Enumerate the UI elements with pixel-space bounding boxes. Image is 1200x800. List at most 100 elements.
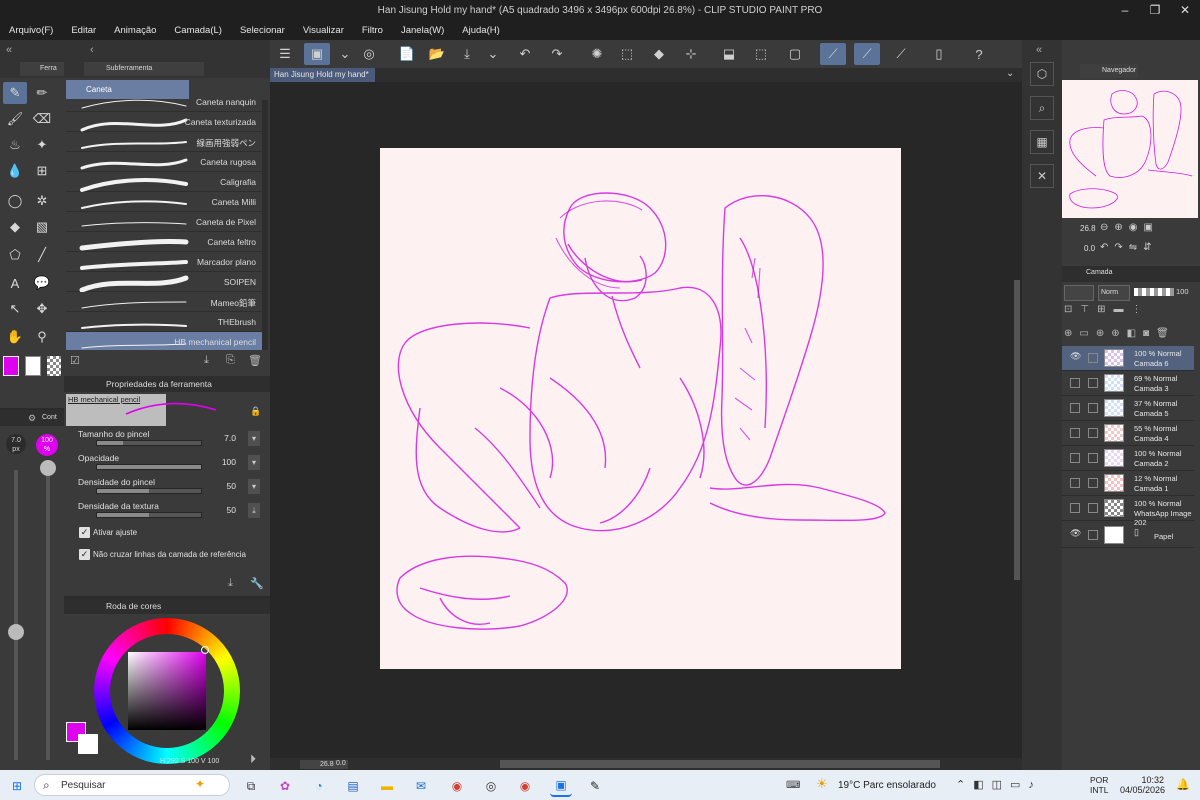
lasso-tool-icon[interactable]: ◯ [3, 190, 27, 212]
navigator-preview[interactable] [1062, 80, 1198, 218]
control-tab[interactable]: Cont [42, 414, 57, 421]
windows-start-icon[interactable]: ⊞ [6, 775, 28, 797]
layer-row[interactable]: 100 % Normal Camada 2 [1062, 446, 1194, 471]
eyedropper-icon[interactable]: ⚲ [30, 326, 54, 348]
angle-readout[interactable]: 0.0 [336, 760, 346, 767]
brush-size-slider[interactable] [96, 440, 202, 446]
brush-item[interactable]: SOIPEN [66, 272, 264, 292]
move-layer-icon[interactable]: ✥ [30, 298, 54, 320]
prop-opacity[interactable]: Opacidade 100 ▾ [70, 452, 266, 474]
menu-editar[interactable]: Editar [62, 22, 105, 40]
opacity-slider-track[interactable] [46, 468, 50, 760]
eraser-tool-icon[interactable]: ⌫ [30, 108, 54, 130]
checkbox-ativar-ajuste[interactable]: ✓ [79, 527, 90, 538]
layer-edit-checkbox[interactable] [1088, 378, 1098, 388]
brush-size-slider-thumb[interactable] [8, 624, 24, 640]
weather-icon[interactable]: ☀ [816, 776, 828, 792]
visibility-checkbox[interactable] [1070, 428, 1080, 438]
chevron-down-icon[interactable]: ⌄ [480, 43, 506, 65]
color-wheel-tab[interactable]: Roda de cores [64, 598, 270, 614]
brush-item[interactable]: Caneta de Pixel [66, 212, 264, 232]
canvas-icon[interactable]: ▣ [304, 43, 330, 65]
layer-edit-checkbox[interactable] [1088, 530, 1098, 540]
airbrush-tool-icon[interactable]: ♨ [3, 134, 27, 156]
brush-list-scrollbar[interactable] [262, 100, 268, 350]
layer-row[interactable]: 100 % Normal WhatsApp Image 202 [1062, 496, 1194, 527]
layer-opacity-slider[interactable] [1134, 288, 1174, 296]
snap-special-ruler-icon[interactable]: ⟋ [854, 43, 880, 65]
copilot-icon[interactable]: ✿ [274, 775, 296, 797]
decoration-tool-icon[interactable]: ✦ [30, 134, 54, 156]
properties-tab[interactable]: Propriedades da ferramenta [64, 376, 270, 392]
clock[interactable]: 10:32 04/05/2026 [1120, 775, 1165, 795]
keyboard-icon[interactable]: ⌨ [786, 780, 800, 791]
prop-brush-density[interactable]: Densidade do pincel 50 ▾ [70, 476, 266, 498]
visibility-checkbox[interactable] [1070, 478, 1080, 488]
copy-subtool-icon[interactable]: ⎘ [226, 354, 235, 367]
checkbox-nao-cruzar[interactable]: ✓ [79, 549, 90, 560]
layer-edit-checkbox[interactable] [1088, 453, 1098, 463]
help-icon[interactable]: ? [966, 43, 992, 65]
line-tool-icon[interactable]: ╱ [30, 244, 54, 266]
layer-edit-checkbox[interactable] [1088, 478, 1098, 488]
collapse-icon[interactable]: « [1036, 44, 1042, 56]
brush-item[interactable]: Caneta feltro [66, 232, 264, 252]
close-button[interactable]: ✕ [1170, 3, 1200, 19]
eye-icon[interactable]: 👁 [1070, 528, 1081, 538]
search-box[interactable]: ⌕ Pesquisar ✦ [34, 774, 230, 796]
save-icon[interactable]: ⤓ [454, 43, 480, 65]
layer-row[interactable]: 👁 100 % Normal Camada 6 [1062, 346, 1194, 371]
chrome-icon-2[interactable]: ◉ [514, 775, 536, 797]
smartphone-icon[interactable]: ▯ [926, 43, 952, 65]
texture-density-slider[interactable] [96, 512, 202, 518]
document-tab[interactable]: Han Jisung Hold my hand* ● [270, 68, 375, 93]
canvas-horizontal-scrollbar[interactable] [500, 760, 940, 768]
opacity-slider-thumb[interactable] [40, 460, 56, 476]
clip-studio-icon[interactable]: ◎ [356, 43, 382, 65]
loading-icon[interactable]: ✺ [584, 43, 610, 65]
opacity-slider[interactable] [96, 464, 202, 470]
outlook-icon[interactable]: ✉ [410, 775, 432, 797]
visibility-checkbox[interactable] [1070, 453, 1080, 463]
layer-row[interactable]: 37 % Normal Camada 5 [1062, 396, 1194, 421]
layer-opacity-value[interactable]: 100 [1176, 287, 1189, 296]
transparent-swatch[interactable] [47, 356, 61, 376]
hide-selection-icon[interactable]: ▢ [782, 43, 808, 65]
chrome-icon[interactable]: ◉ [446, 775, 468, 797]
nav-angle-value[interactable]: 0.0 [1084, 244, 1095, 253]
layer-type-select[interactable] [1064, 285, 1094, 301]
operation-tool-icon[interactable]: ↖ [3, 298, 27, 320]
weather-text[interactable]: 19°C Parc ensolarado [838, 780, 936, 791]
menu-arquivo[interactable]: Arquivo(F) [0, 22, 62, 40]
clip-studio-paint-icon[interactable]: ▣ [550, 775, 572, 797]
minimize-button[interactable]: – [1110, 3, 1140, 19]
nav-zoom-controls[interactable]: ⊖⊕◉▣ [1100, 222, 1159, 233]
visibility-checkbox[interactable] [1070, 378, 1080, 388]
drawing-paper[interactable] [380, 148, 901, 669]
new-file-icon[interactable]: 📄 [394, 43, 420, 65]
crop-icon[interactable]: ⬓ [716, 43, 742, 65]
grid-tool-icon[interactable]: ⊞ [30, 160, 54, 182]
snap-ruler-icon[interactable]: ⟋ [820, 43, 846, 65]
subtool-settings-icon[interactable]: ☑ [70, 354, 80, 367]
tool-tab[interactable]: Ferra [20, 62, 64, 76]
opacity-badge[interactable]: 100% [36, 434, 58, 456]
tray-icons[interactable]: ⌃◧◫▭♪ [956, 778, 1042, 791]
chevron-down-icon[interactable]: ⌄ [332, 43, 358, 65]
brush-size-badge[interactable]: 7.0 px [6, 434, 26, 454]
menu-visualizar[interactable]: Visualizar [294, 22, 353, 40]
chevron-down-icon[interactable]: ⌄ [1006, 68, 1014, 79]
visibility-checkbox[interactable] [1070, 503, 1080, 513]
layer-row-paper[interactable]: 👁 ▯ Papel [1062, 523, 1194, 548]
brush-item[interactable]: HB mechanical pencil [66, 332, 264, 350]
brush-tool-icon[interactable]: 🖌 [3, 108, 27, 130]
menu-filtro[interactable]: Filtro [353, 22, 392, 40]
layer-property-icons[interactable]: ⊡⊤⊞▬⋮ [1064, 304, 1149, 315]
prop-texture-density[interactable]: Densidade da textura 50 ⤓ [70, 500, 266, 522]
main-color-swatch[interactable] [3, 356, 19, 376]
menu-ajuda[interactable]: Ajuda(H) [453, 22, 509, 40]
undo-icon[interactable]: ↶ [512, 43, 538, 65]
menu-selecionar[interactable]: Selecionar [231, 22, 294, 40]
blend-mode-select[interactable]: Norm [1098, 285, 1130, 301]
brush-item[interactable]: THEbrush [66, 312, 264, 332]
